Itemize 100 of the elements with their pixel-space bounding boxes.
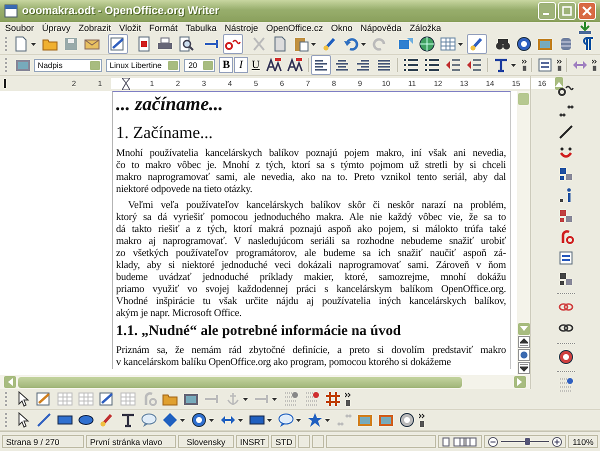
view-layout-icons[interactable] (438, 435, 482, 448)
menu-item[interactable]: Tabulka (182, 23, 222, 33)
previous-page-button[interactable] (518, 336, 530, 348)
menu-item[interactable]: Vložit (116, 23, 146, 33)
text-line: dá takto riešiť a z tých, ktorí makrá poznajú aspoň ako pojem, si málokto trúfa také (116, 224, 506, 236)
underline-button[interactable]: U (248, 57, 263, 73)
chevron-icon[interactable] (557, 58, 562, 72)
zoom-level[interactable]: 110% (568, 435, 598, 448)
menu-item[interactable]: Nástroje (222, 23, 264, 33)
caret-icon[interactable] (272, 398, 277, 400)
next-page-button[interactable] (518, 362, 530, 374)
copy-icon[interactable] (272, 36, 288, 52)
dotted-points-icon[interactable] (336, 412, 352, 428)
caret-icon[interactable] (238, 418, 243, 422)
menu-item[interactable]: Formát (146, 23, 183, 33)
numbered-list-icon[interactable] (403, 57, 420, 73)
navigation-button[interactable] (518, 349, 530, 361)
chevron-icon[interactable] (419, 413, 425, 427)
picture-icon[interactable] (537, 36, 553, 52)
edit-pencil-icon[interactable] (110, 36, 126, 52)
clipboard-icon[interactable] (293, 36, 309, 52)
menu-item[interactable]: Úpravy (39, 23, 76, 33)
font-dropdown[interactable]: Linux Libertine (106, 58, 180, 72)
database-icon[interactable] (558, 36, 574, 52)
menu-item[interactable]: OpenOffice.cz (263, 23, 328, 33)
caret-icon[interactable] (325, 418, 330, 422)
vertical-scrollbar[interactable] (517, 91, 530, 375)
horizontal-scrollbar[interactable] (0, 375, 530, 389)
grid-marker-icon[interactable] (304, 391, 320, 407)
align-center-icon[interactable] (334, 57, 350, 73)
printer-icon[interactable] (157, 36, 173, 52)
font-grow-icon[interactable] (266, 57, 282, 73)
caret-icon[interactable] (361, 42, 366, 46)
table-icon[interactable] (440, 36, 456, 52)
menu-item[interactable]: Okno (328, 23, 358, 33)
caret-icon[interactable] (311, 42, 316, 46)
line-icon[interactable] (36, 412, 52, 428)
new-document-icon[interactable] (13, 36, 29, 52)
caret-icon[interactable] (180, 418, 185, 422)
zoom-slider[interactable] (525, 438, 530, 445)
quote-marks-icon[interactable] (558, 103, 574, 119)
download-icon[interactable] (578, 21, 592, 35)
chevron-icon[interactable] (592, 58, 597, 72)
menu-item[interactable]: Záložka (406, 23, 446, 33)
magnifier-page-icon[interactable] (178, 36, 194, 52)
text-icon[interactable] (120, 412, 136, 428)
chevron-icon[interactable] (522, 58, 528, 72)
pdf-page-icon[interactable] (136, 36, 152, 52)
align-justify-icon[interactable] (376, 57, 392, 73)
speech-bubble-icon[interactable] (278, 412, 294, 428)
bullet-list-icon[interactable] (424, 57, 440, 73)
window-title: ooomakra.odt - OpenOffice.org Writer (22, 5, 220, 17)
align-left-icon[interactable] (313, 57, 330, 73)
picture-stack-icon[interactable] (378, 412, 394, 428)
increase-indent-icon[interactable] (466, 57, 482, 73)
menu-item[interactable]: Nápověda (358, 23, 407, 33)
font-shrink-icon[interactable] (286, 57, 303, 73)
caret-icon[interactable] (31, 42, 36, 46)
bold-button[interactable]: B (219, 57, 234, 73)
scroll-up-button[interactable] (555, 77, 563, 90)
style-dropdown[interactable]: Nadpis (34, 58, 102, 72)
hash-grid-icon[interactable] (325, 391, 341, 407)
text-line: makro naprogramovať sami, ale nevedia, ako na to. Preto vznikol tento seriál, aby dal (116, 172, 506, 184)
subheading: 1.1. „Nudné“ ale potrebné informácie na úvod (116, 322, 402, 341)
caret-icon[interactable] (511, 64, 516, 66)
info-icon[interactable] (558, 187, 574, 203)
globe-icon[interactable] (419, 36, 435, 52)
text-line: zo všetkých používateľov programátorov, ale budeme sa ich snažiť naučiť aspoň zá- (116, 248, 506, 260)
menu-item[interactable]: Zobrazit (76, 23, 116, 33)
paintbrush-icon[interactable] (322, 36, 338, 52)
picture-icon[interactable] (183, 391, 199, 407)
binoculars-icon[interactable] (495, 36, 511, 52)
star-icon[interactable] (307, 412, 323, 428)
italic-button[interactable]: I (234, 57, 248, 73)
close-icon[interactable] (582, 6, 592, 16)
zoom-out-icon[interactable] (488, 436, 498, 446)
scroll-thumb[interactable] (518, 93, 529, 105)
pencil-icon[interactable] (99, 412, 115, 428)
font-size-dropdown[interactable]: 20 (184, 58, 216, 72)
ellipse-icon[interactable] (78, 412, 94, 428)
close-button[interactable] (578, 2, 596, 20)
dash-icon[interactable] (558, 124, 574, 140)
indent-marker-icon[interactable] (122, 78, 130, 90)
align-right-icon[interactable] (355, 57, 372, 73)
caret-icon[interactable] (267, 418, 272, 422)
caret-icon[interactable] (458, 42, 463, 46)
caret-icon[interactable] (209, 418, 214, 422)
menu-item[interactable]: Soubor (2, 23, 40, 33)
picture-frame-icon[interactable] (357, 412, 373, 428)
dotted-grid-icon[interactable] (283, 391, 299, 407)
callout-icon[interactable] (141, 412, 157, 428)
chevron-icon[interactable] (345, 392, 351, 406)
draw-pencil-icon[interactable] (469, 36, 485, 52)
caret-icon[interactable] (243, 398, 248, 400)
diamond-icon[interactable] (162, 412, 178, 428)
scroll-thumb[interactable] (18, 376, 462, 388)
zoom-in-icon[interactable] (552, 436, 562, 446)
caret-icon[interactable] (296, 418, 301, 422)
decrease-indent-icon[interactable] (445, 57, 462, 73)
undo-arrow-icon[interactable] (343, 36, 359, 52)
